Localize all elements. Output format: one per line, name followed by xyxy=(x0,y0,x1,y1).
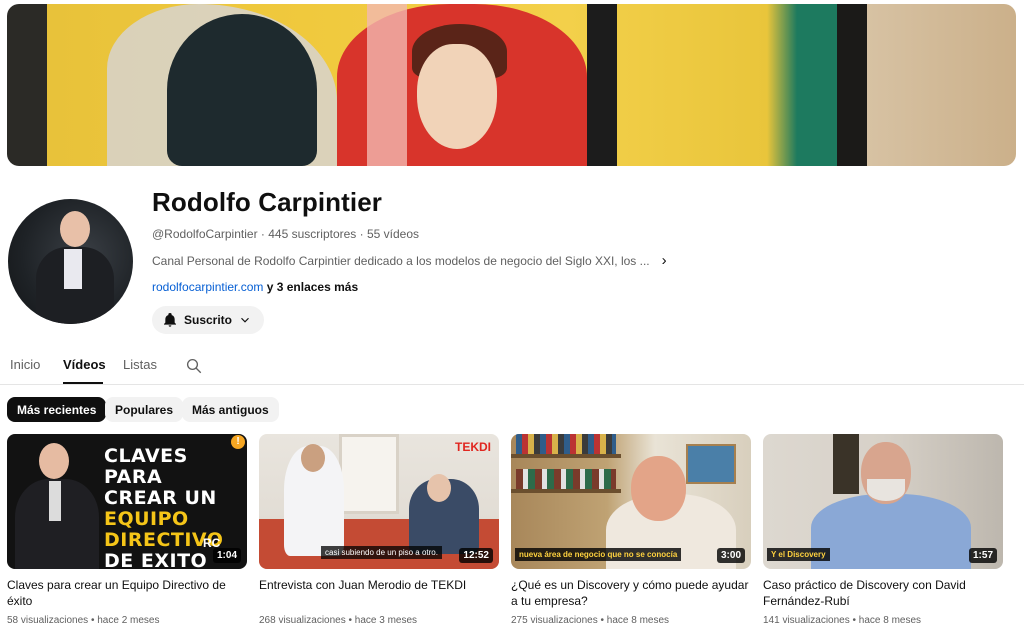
video-title[interactable]: Claves para crear un Equipo Directivo de… xyxy=(7,577,247,609)
channel-link[interactable]: rodolfocarpintier.com xyxy=(152,280,263,294)
description-text: Canal Personal de Rodolfo Carpintier ded… xyxy=(152,253,650,268)
chevron-right-icon[interactable]: › xyxy=(662,252,667,269)
video-views: 141 visualizaciones xyxy=(763,615,850,626)
channel-description[interactable]: Canal Personal de Rodolfo Carpintier ded… xyxy=(152,252,667,269)
video-views: 268 visualizaciones xyxy=(259,615,346,626)
channel-meta: @RodolfoCarpintier · 445 suscriptores · … xyxy=(152,227,419,241)
thumbnail-caption: nueva área de negocio que no se conocía xyxy=(515,548,682,561)
channel-name: Rodolfo Carpintier xyxy=(152,187,383,217)
video-duration: 12:52 xyxy=(459,548,493,563)
video-views: 58 visualizaciones xyxy=(7,615,89,626)
tab-inicio[interactable]: Inicio xyxy=(10,357,40,372)
channel-handle: @RodolfoCarpintier xyxy=(152,227,258,241)
filter-mas-recientes[interactable]: Más recientes xyxy=(7,397,107,422)
video-title[interactable]: ¿Qué es un Discovery y cómo puede ayudar… xyxy=(511,577,751,609)
video-duration: 3:00 xyxy=(716,548,745,563)
video-views: 275 visualizaciones xyxy=(511,615,598,626)
tekdi-logo: TEKDI xyxy=(455,440,491,454)
subscribe-label: Suscrito xyxy=(184,313,233,327)
filter-mas-antiguos[interactable]: Más antiguos xyxy=(182,397,279,422)
video-age: hace 2 meses xyxy=(97,615,160,626)
video-age: hace 8 meses xyxy=(858,615,922,626)
more-links[interactable]: y 3 enlaces más xyxy=(267,280,358,294)
video-title[interactable]: Entrevista con Juan Merodio de TEKDI xyxy=(259,577,499,609)
video-duration: 1:04 xyxy=(212,548,241,563)
channel-avatar[interactable] xyxy=(8,199,133,324)
search-icon[interactable] xyxy=(185,357,203,375)
video-thumbnail[interactable]: CLAVES PARA CREAR UN EQUIPO DIRECTIVO DE… xyxy=(7,434,247,569)
video-meta: 275 visualizaciones • hace 8 meses xyxy=(511,615,670,626)
chevron-down-icon xyxy=(241,317,249,323)
alert-icon: ! xyxy=(231,435,245,449)
video-card[interactable]: TEKDI casi subiendo de un piso a otro. 1… xyxy=(259,434,499,626)
tab-videos[interactable]: Vídeos xyxy=(63,357,106,372)
active-tab-indicator xyxy=(63,382,103,384)
video-title[interactable]: Caso práctico de Discovery con David Fer… xyxy=(763,577,1003,609)
video-thumbnail[interactable]: nueva área de negocio que no se conocía … xyxy=(511,434,751,569)
channel-tabs: Inicio Vídeos Listas xyxy=(0,345,1024,385)
video-card[interactable]: Y el Discovery 1:57 Caso práctico de Dis… xyxy=(763,434,1003,626)
video-card[interactable]: CLAVES PARA CREAR UN EQUIPO DIRECTIVO DE… xyxy=(7,434,247,626)
video-age: hace 3 meses xyxy=(354,615,418,626)
video-meta: 268 visualizaciones • hace 3 meses xyxy=(259,615,418,626)
thumbnail-caption: Y el Discovery xyxy=(767,548,830,561)
subscribed-button[interactable]: Suscrito xyxy=(152,306,265,334)
meta-separator: · xyxy=(260,227,265,241)
subscriber-count: 445 suscriptores xyxy=(268,227,357,241)
video-thumbnail[interactable]: TEKDI casi subiendo de un piso a otro. 1… xyxy=(259,434,499,569)
filter-populares[interactable]: Populares xyxy=(105,397,184,422)
thumbnail-caption: casi subiendo de un piso a otro. xyxy=(321,546,442,559)
video-meta: 141 visualizaciones • hace 8 meses xyxy=(763,615,922,626)
video-count: 55 vídeos xyxy=(366,227,420,241)
channel-banner xyxy=(7,4,1016,166)
meta-separator: · xyxy=(359,227,364,241)
video-thumbnail[interactable]: Y el Discovery 1:57 xyxy=(763,434,1003,569)
video-duration: 1:57 xyxy=(968,548,997,563)
tab-listas[interactable]: Listas xyxy=(123,357,157,372)
thumbnail-person xyxy=(9,439,104,569)
video-meta: 58 visualizaciones • hace 2 meses xyxy=(7,615,160,626)
channel-links: rodolfocarpintier.com y 3 enlaces más xyxy=(152,280,358,294)
bell-icon xyxy=(164,313,176,327)
video-card[interactable]: nueva área de negocio que no se conocía … xyxy=(511,434,751,626)
video-age: hace 8 meses xyxy=(606,615,670,626)
